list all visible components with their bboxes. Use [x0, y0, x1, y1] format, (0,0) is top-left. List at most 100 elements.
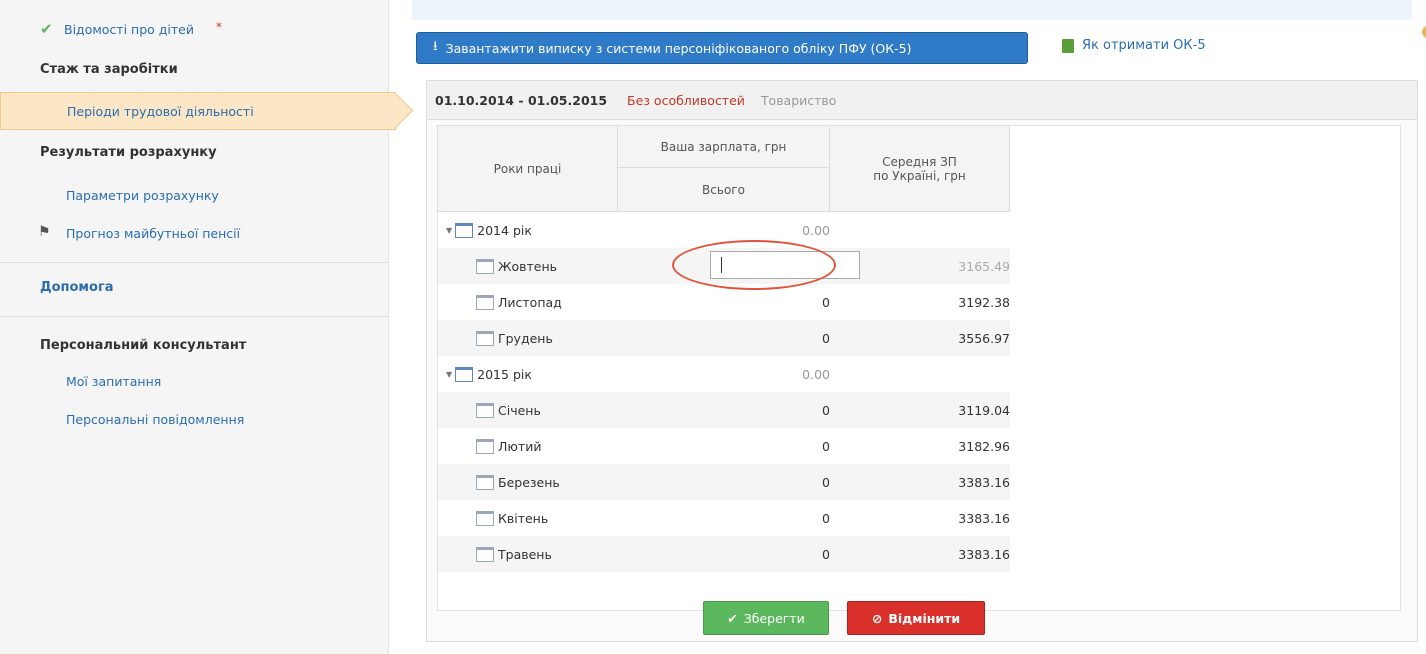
section-label: Стаж та заробітки: [40, 62, 178, 77]
work-period-panel: 01.10.2014 - 01.05.2015 Без особливостей…: [426, 80, 1418, 642]
sidebar-item-label: Мої запитання: [66, 374, 162, 389]
row-label: Травень: [498, 546, 552, 562]
row-label-wrap: Січень: [476, 392, 541, 428]
row-avg: [830, 356, 1010, 392]
button-label: Зберегти: [743, 610, 805, 626]
document-icon: [1062, 38, 1074, 53]
header-label: Середня ЗП: [882, 154, 957, 169]
sidebar-item-label: Прогноз майбутньої пенсії: [66, 226, 241, 241]
header-label: Всього: [702, 182, 745, 197]
expand-icon[interactable]: ▼: [446, 226, 452, 235]
panel-header[interactable]: 01.10.2014 - 01.05.2015 Без особливостей…: [427, 81, 1417, 120]
sidebar-item-label: Відомості про дітей: [64, 22, 194, 37]
howto-ok5-link[interactable]: Як отримати ОК-5: [1062, 38, 1206, 53]
expand-icon[interactable]: ▼: [446, 370, 452, 379]
row-label: Грудень: [498, 330, 553, 346]
calendar-icon: [476, 330, 494, 346]
row-avg: 3383.16: [958, 510, 1010, 526]
table-row-month[interactable]: Травень 0 3383.16: [438, 536, 1010, 572]
header-avg-ukraine: Середня ЗП по Україні, грн: [830, 126, 1010, 212]
feature-label: Без особливостей: [627, 92, 745, 108]
row-label: Лютий: [498, 438, 542, 454]
row-avg: 3119.04: [958, 402, 1010, 418]
organization-label: Товариство: [760, 92, 837, 108]
row-label: Березень: [498, 474, 560, 490]
upload-icon: ⭳: [433, 39, 438, 54]
table-row-month[interactable]: Лютий 0 3182.96: [438, 428, 1010, 464]
top-strip: [412, 0, 1412, 20]
row-label: Січень: [498, 402, 541, 418]
sidebar-item-label: Періоди трудової діяльності: [67, 104, 254, 119]
calendar-icon: [455, 366, 474, 382]
section-label: Персональний консультант: [40, 338, 247, 353]
save-button[interactable]: ✔ Зберегти: [703, 601, 829, 635]
row-label: Жовтень: [498, 258, 557, 274]
flag-icon: ⚑: [38, 224, 51, 240]
check-icon: ✔: [727, 610, 738, 626]
calendar-icon: [476, 474, 494, 490]
row-avg: 3182.96: [958, 438, 1010, 454]
cancel-button[interactable]: ⊘ Відмінити: [847, 601, 985, 635]
row-avg: 3383.16: [958, 546, 1010, 562]
row-label-wrap: ▼ 2015 рік: [446, 356, 532, 392]
check-icon: ✔: [40, 20, 53, 38]
ban-icon: ⊘: [871, 610, 883, 626]
row-avg: [830, 212, 1010, 248]
row-value: 0: [822, 474, 830, 490]
row-avg: 3383.16: [958, 474, 1010, 490]
row-value: 0.00: [802, 222, 830, 238]
calendar-icon: [476, 258, 494, 274]
table-row-month[interactable]: Листопад 0 3192.38: [438, 284, 1010, 320]
row-label-wrap: Жовтень: [476, 248, 557, 284]
table-row-year[interactable]: ▼ 2014 рік 0.00: [438, 212, 1010, 248]
header-years: Роки праці: [438, 126, 618, 212]
row-value: 0: [822, 402, 830, 418]
row-value: 0: [822, 546, 830, 562]
row-value: 0: [822, 510, 830, 526]
row-label-wrap: Грудень: [476, 320, 553, 356]
row-value: 0.00: [802, 366, 830, 382]
row-value: 0: [822, 438, 830, 454]
sidebar-item-label: Допомога: [40, 280, 114, 295]
table-row-month[interactable]: Січень 0 3119.04: [438, 392, 1010, 428]
row-label-wrap: Березень: [476, 464, 560, 500]
table-row-month[interactable]: Квітень 0 3383.16: [438, 500, 1010, 536]
row-label: Листопад: [498, 294, 562, 310]
main-content: ⭳ Завантажити виписку з системи персоніф…: [410, 0, 1426, 654]
required-mark: *: [216, 20, 222, 34]
sidebar-item-label: Персональні повідомлення: [66, 412, 245, 427]
row-label: 2015 рік: [477, 366, 532, 382]
header-label: Роки праці: [493, 161, 562, 176]
row-value: 0: [822, 294, 830, 310]
table-row-year[interactable]: ▼ 2015 рік 0.00: [438, 356, 1010, 392]
text-caret: [721, 257, 722, 273]
import-ok5-button[interactable]: ⭳ Завантажити виписку з системи персоніф…: [416, 32, 1028, 64]
calendar-icon: [476, 438, 494, 454]
row-avg: 3556.97: [958, 330, 1010, 346]
row-label-wrap: ▼ 2014 рік: [446, 212, 532, 248]
calendar-icon: [476, 402, 494, 418]
table-row-month: Жовтень 3165.49: [438, 248, 1010, 284]
row-avg: 3192.38: [958, 294, 1010, 310]
table-row-month[interactable]: Грудень 0 3556.97: [438, 320, 1010, 356]
header-total: Всього: [618, 168, 830, 212]
row-label-wrap: Травень: [476, 536, 552, 572]
salary-table: Роки праці Ваша зарплата, грн Всього Сер…: [437, 125, 1401, 611]
row-label-wrap: Квітень: [476, 500, 548, 536]
divider: [0, 316, 388, 317]
table-row-month[interactable]: Березень 0 3383.16: [438, 464, 1010, 500]
divider: [0, 262, 388, 263]
gear-icon: [1418, 20, 1426, 44]
header-label: Ваша зарплата, грн: [660, 139, 787, 154]
calendar-icon: [476, 294, 494, 310]
row-value: 0: [822, 330, 830, 346]
sidebar-item-work-periods[interactable]: Періоди трудової діяльності: [0, 92, 396, 130]
button-label: Завантажити виписку з системи персоніфік…: [445, 40, 912, 56]
calendar-icon: [455, 222, 474, 238]
header-salary: Ваша зарплата, грн: [618, 126, 830, 168]
header-label: по Україні, грн: [873, 168, 966, 183]
row-avg: 3165.49: [958, 258, 1010, 274]
calendar-icon: [476, 510, 494, 526]
link-label: Як отримати ОК-5: [1082, 38, 1206, 53]
row-label-wrap: Листопад: [476, 284, 562, 320]
